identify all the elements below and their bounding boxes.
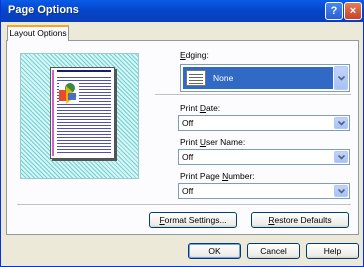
divider (155, 94, 351, 96)
print-date-select[interactable]: Off (178, 115, 350, 131)
ok-button[interactable]: OK (188, 243, 241, 259)
preview-header-line (57, 70, 111, 72)
tab-panel: Edging: None Print Date: Off Print User … (6, 40, 359, 235)
preview-page-icon (50, 67, 115, 159)
help-icon: ? (330, 5, 338, 17)
help-button[interactable]: Help (306, 243, 359, 259)
print-page-number-label: Print Page Number: (180, 171, 255, 181)
divider (17, 204, 351, 206)
cancel-button[interactable]: Cancel (247, 243, 300, 259)
edging-swatch-icon (186, 70, 206, 86)
close-icon: × (349, 5, 357, 17)
print-user-name-select[interactable]: Off (178, 149, 350, 165)
chevron-down-icon[interactable] (334, 151, 348, 163)
print-user-name-value: Off (182, 152, 194, 162)
title-close-button[interactable]: × (344, 2, 362, 20)
restore-defaults-button[interactable]: Restore Defaults (251, 212, 349, 228)
edging-label: Edging: (180, 50, 209, 60)
print-page-number-select[interactable]: Off (178, 183, 350, 199)
preview-margin (52, 70, 54, 156)
format-settings-button[interactable]: Format Settings... (149, 212, 237, 228)
title-bar[interactable]: Page Options ? × (1, 0, 364, 22)
edging-value: None (213, 73, 234, 83)
layout-preview (20, 53, 139, 179)
chevron-down-icon[interactable] (334, 185, 348, 197)
chevron-down-icon[interactable] (334, 117, 348, 129)
page-options-dialog: Page Options ? × Layout Options Edging: … (0, 0, 364, 267)
preview-image-icon (59, 82, 79, 104)
print-date-label: Print Date: (180, 103, 221, 113)
edging-selected-item: None (183, 67, 333, 89)
print-date-value: Off (182, 118, 194, 128)
title-help-button[interactable]: ? (325, 2, 343, 20)
print-user-name-label: Print User Name: (180, 137, 246, 147)
chevron-down-icon[interactable] (334, 66, 348, 90)
window-title: Page Options (8, 4, 79, 16)
tab-layout-options[interactable]: Layout Options (7, 25, 69, 41)
print-page-number-value: Off (182, 186, 194, 196)
edging-select[interactable]: None (180, 64, 350, 92)
